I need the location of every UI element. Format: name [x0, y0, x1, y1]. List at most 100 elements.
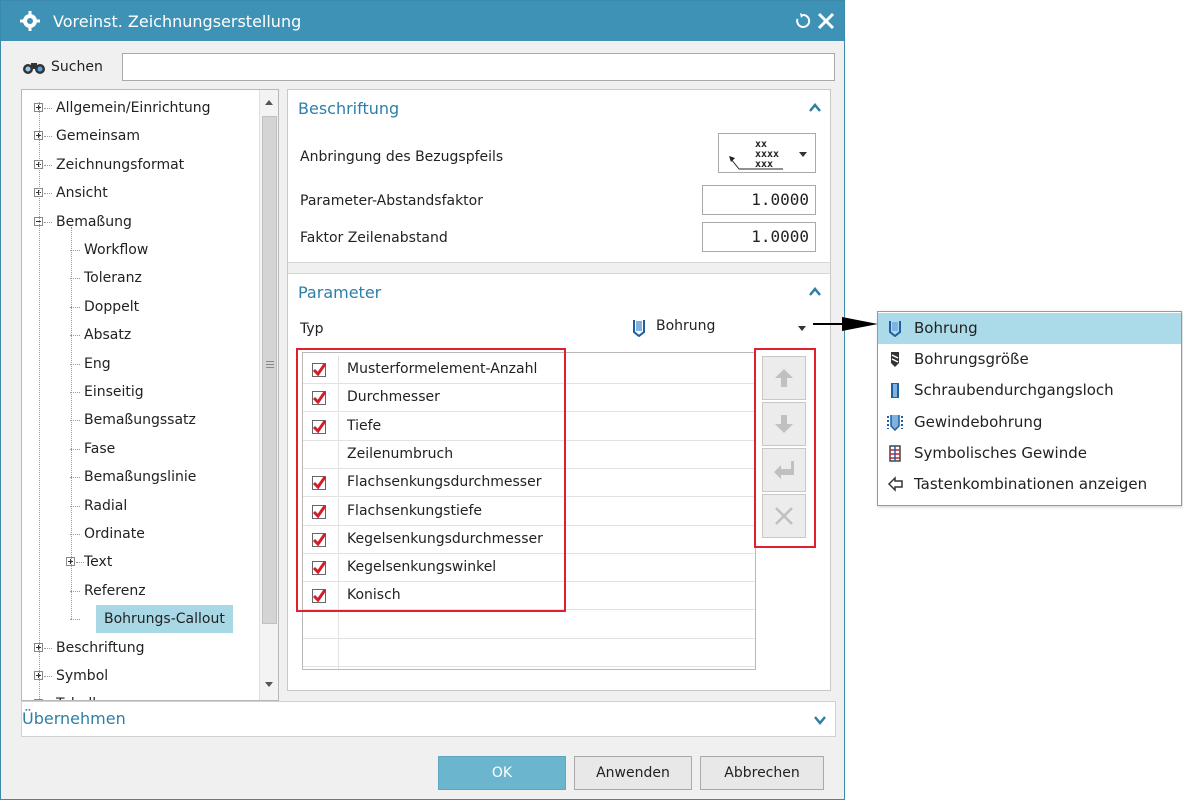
tree-item-label: Toleranz	[84, 270, 142, 287]
drill-size-icon	[891, 352, 899, 368]
tree-item[interactable]: Ansicht	[22, 179, 258, 207]
tree-scrollbar[interactable]	[259, 90, 278, 700]
menu-item[interactable]: Bohrungsgröße	[878, 344, 1181, 375]
list-item[interactable]	[303, 639, 755, 667]
section-title: Parameter	[298, 283, 382, 302]
menu-item[interactable]: Schraubendurchgangsloch	[878, 375, 1181, 406]
tree-item-label: Referenz	[84, 582, 146, 599]
menu-item[interactable]: Symbolisches Gewinde	[878, 438, 1181, 469]
menu-item[interactable]: Tastenkombinationen anzeigen	[878, 469, 1181, 500]
tree-item-label: Bohrungs-Callout	[96, 605, 233, 634]
tree-item[interactable]: Referenz	[22, 577, 258, 605]
leader-glyph-line3: xxx	[755, 159, 773, 170]
tree-item-label: Bemaßungssatz	[84, 412, 196, 429]
tree-item[interactable]: Beschriftung	[22, 634, 258, 662]
typ-dropdown-menu: Bohrung Bohrungsgröße Schraubendurchgangsl…	[877, 311, 1182, 506]
typ-dropdown[interactable]: Bohrung	[622, 314, 816, 342]
delete-button[interactable]	[762, 494, 806, 538]
reset-icon[interactable]	[793, 11, 813, 31]
tree-item[interactable]: Toleranz	[22, 264, 258, 292]
tree-item-label: Absatz	[84, 327, 132, 344]
menu-item-label: Gewindebohrung	[914, 412, 1043, 431]
tree-item-label: Gemeinsam	[56, 128, 140, 145]
section-ubernehmen-header[interactable]: Übernehmen	[21, 701, 836, 737]
tree-item[interactable]: Fase	[22, 435, 258, 463]
cancel-button[interactable]: Abbrechen	[700, 756, 824, 790]
tree-item-label: Bemaßungslinie	[84, 469, 197, 486]
anbringung-label: Anbringung des Bezugspfeils	[300, 149, 504, 165]
section-title: Übernehmen	[22, 709, 126, 728]
search-label: Suchen	[51, 59, 103, 75]
tree-item[interactable]: Ordinate	[22, 520, 258, 548]
tree-item[interactable]: Zeichnungsformat	[22, 151, 258, 179]
delete-x-icon	[775, 507, 793, 525]
chevron-up-icon[interactable]	[808, 285, 822, 299]
menu-item-label: Schraubendurchgangsloch	[914, 381, 1114, 400]
tree-item[interactable]: Symbol	[22, 662, 258, 690]
tree-item[interactable]: Bemaßungslinie	[22, 463, 258, 491]
arrow-up-icon	[775, 369, 793, 387]
tree-item[interactable]: Absatz	[22, 321, 258, 349]
chevron-up-icon[interactable]	[808, 101, 822, 115]
zeilenabstand-input[interactable]: 1.0000	[702, 222, 816, 252]
highlight-box	[296, 348, 566, 612]
tree-item[interactable]: Bemaßung	[22, 208, 258, 236]
gear-icon	[20, 11, 40, 31]
tree-item-label: Symbol	[56, 668, 109, 684]
tree-item-label: Tabelle	[56, 690, 105, 700]
tree-item-label: Ordinate	[84, 526, 145, 542]
chevron-down-icon[interactable]	[813, 713, 827, 727]
line-break-button[interactable]	[762, 448, 806, 492]
tree-item[interactable]: Text	[22, 548, 258, 576]
section-beschriftung-header[interactable]: Beschriftung	[288, 90, 830, 126]
section-title: Beschriftung	[298, 99, 400, 118]
move-up-button[interactable]	[762, 356, 806, 400]
section-parameter-header[interactable]: Parameter	[288, 274, 830, 310]
ok-button[interactable]: OK	[438, 756, 566, 790]
arrow-left-icon	[887, 476, 903, 492]
tree-item[interactable]: Bemaßungssatz	[22, 406, 258, 434]
tree-item[interactable]: Allgemein/Einrichtung	[22, 94, 258, 122]
tree-item-label: Radial	[84, 497, 128, 514]
title-bar: Voreinst. Zeichnungserstellung	[1, 1, 844, 41]
abstandsfaktor-input[interactable]: 1.0000	[702, 185, 816, 215]
section-separator	[288, 262, 830, 274]
tree-item[interactable]: Radial	[22, 492, 258, 520]
screw-clearance-hole-icon	[891, 383, 899, 399]
menu-item[interactable]: Bohrung	[878, 313, 1181, 344]
menu-item[interactable]: Gewindebohrung	[878, 407, 1181, 438]
binoculars-icon	[23, 63, 45, 74]
threaded-hole-icon	[887, 414, 903, 431]
tree-item-label: Eng	[84, 355, 111, 372]
tree-item[interactable]: Eng	[22, 350, 258, 378]
typ-value: Bohrung	[656, 318, 716, 334]
move-down-button[interactable]	[762, 402, 806, 446]
leader-placement-dropdown[interactable]: xx xxxx xxx	[718, 133, 816, 173]
callout-arrow-head	[842, 317, 878, 331]
tree-item-label: Einseitig	[84, 384, 144, 400]
scroll-up-icon[interactable]	[265, 100, 273, 105]
menu-item-label: Bohrung	[914, 319, 978, 337]
hole-icon	[889, 321, 901, 337]
tree-item[interactable]: Gemeinsam	[22, 122, 258, 150]
list-item[interactable]	[303, 667, 755, 669]
typ-label: Typ	[300, 321, 324, 337]
tree-item-label: Workflow	[84, 242, 149, 258]
tree-item[interactable]: Einseitig	[22, 378, 258, 406]
tree-item[interactable]: Workflow	[22, 236, 258, 264]
scrollbar-thumb[interactable]	[262, 116, 277, 624]
apply-button[interactable]: Anwenden	[574, 756, 692, 790]
symbolic-thread-icon	[889, 445, 901, 462]
scroll-down-icon[interactable]	[265, 682, 273, 687]
tree-item[interactable]: Tabelle	[22, 690, 258, 700]
dialog-title: Voreinst. Zeichnungserstellung	[53, 11, 302, 31]
tree-item[interactable]: Doppelt	[22, 293, 258, 321]
list-item[interactable]	[303, 610, 755, 639]
tree-item-label: Doppelt	[84, 298, 140, 315]
tree-item-label: Ansicht	[56, 185, 108, 202]
tree-item-label: Bemaßung	[56, 213, 132, 230]
search-input[interactable]	[122, 53, 835, 81]
tree-item[interactable]: Bohrungs-Callout	[22, 605, 258, 634]
close-icon[interactable]	[815, 10, 837, 32]
tree-item-label: Fase	[84, 440, 116, 457]
